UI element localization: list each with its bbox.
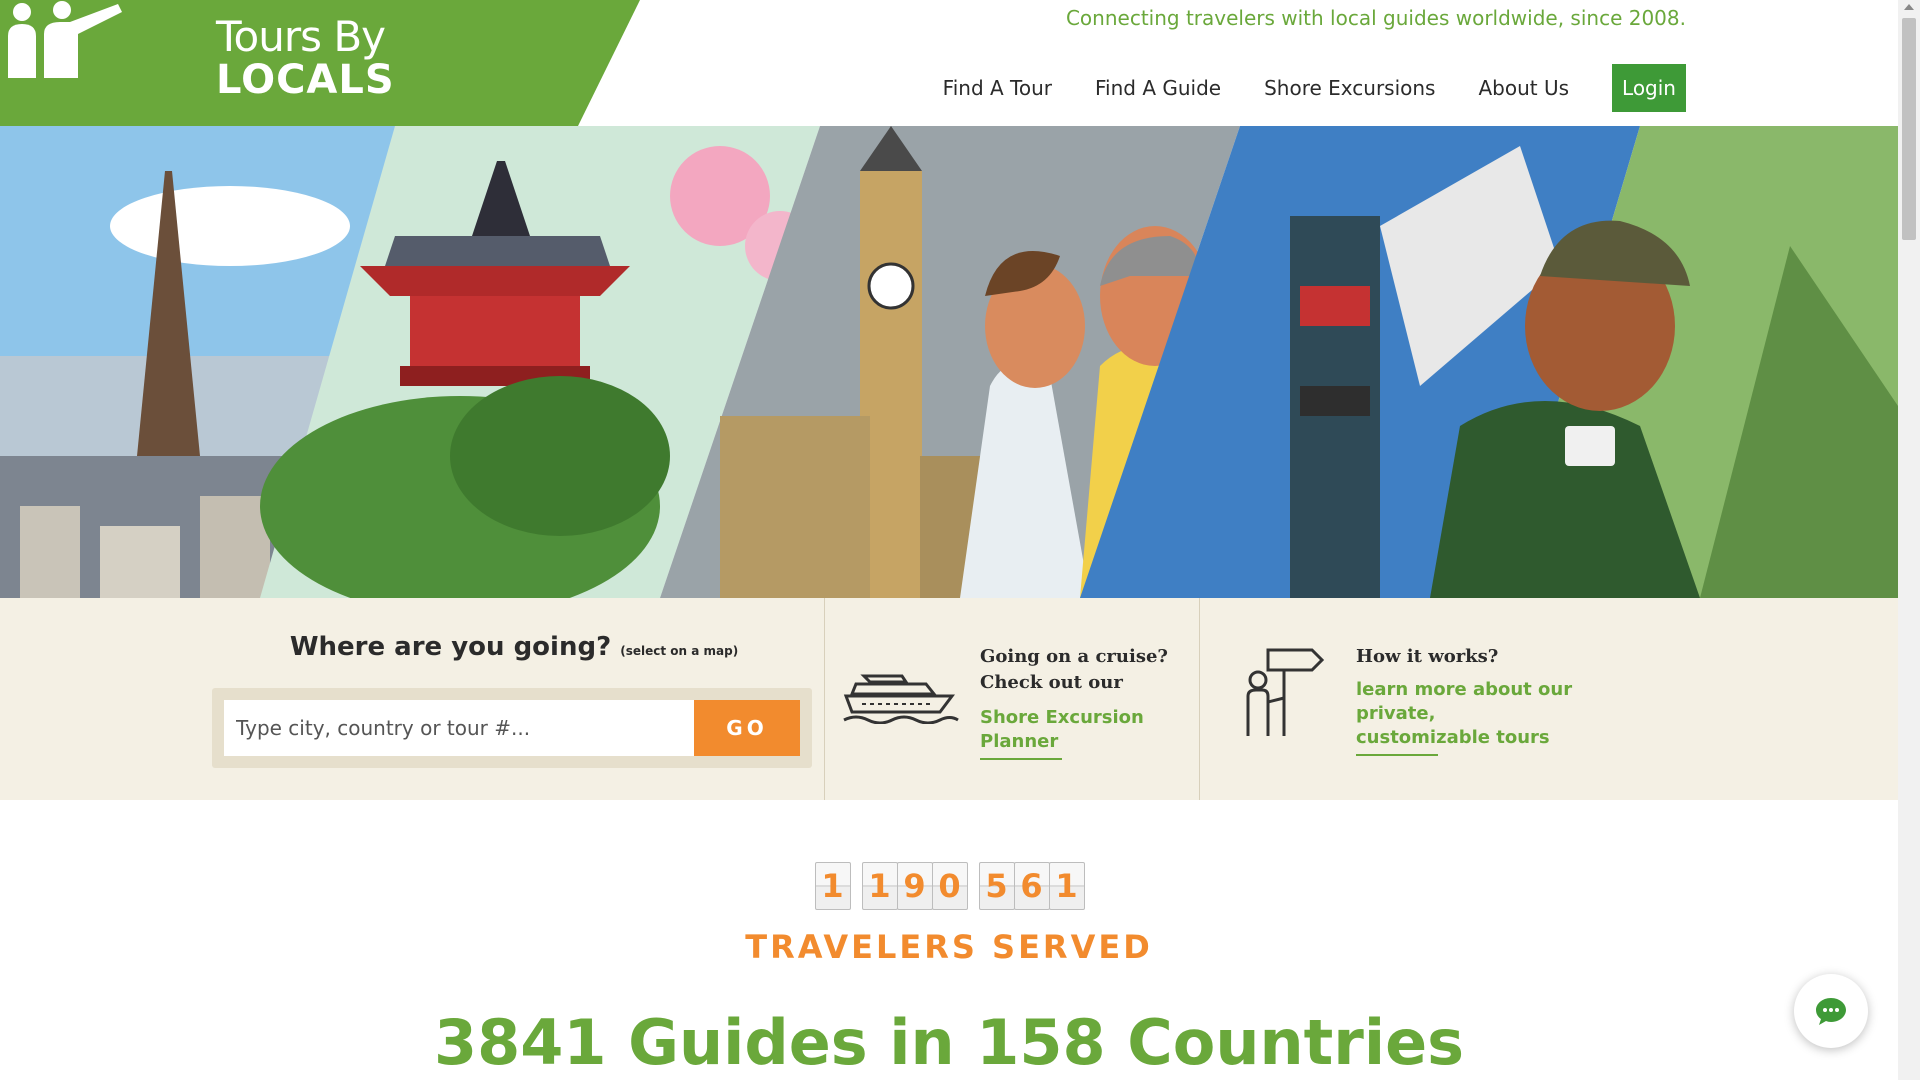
counter-group: 1 [814, 862, 851, 910]
counter-digit: 1 [861, 862, 898, 910]
chat-bubble-icon [1816, 998, 1846, 1025]
page-scrollbar[interactable] [1898, 0, 1920, 1080]
scroll-thumb[interactable] [1902, 18, 1916, 240]
guide-sign-icon [1246, 648, 1325, 736]
counter-digit: 1 [1048, 862, 1085, 910]
search-box: GO [212, 688, 812, 768]
logo-line1: Tours By [216, 12, 386, 61]
how-link-line3: customizable tours [1356, 727, 1550, 748]
go-button[interactable]: GO [694, 700, 800, 756]
chat-button[interactable] [1794, 974, 1868, 1048]
link-underline [1356, 754, 1438, 756]
shore-excursion-planner-link[interactable]: Shore Excursion Planner [980, 706, 1144, 754]
how-heading: How it works? [1356, 646, 1499, 667]
counter-group: 1 9 0 [861, 862, 968, 910]
login-button[interactable]: Login [1612, 64, 1686, 112]
divider [1199, 598, 1200, 800]
counter-digit: 0 [931, 862, 968, 910]
scroll-up-arrow[interactable] [1904, 4, 1914, 10]
nav-about-us[interactable]: About Us [1478, 76, 1569, 100]
learn-more-link[interactable]: learn more about our private, customizab… [1356, 678, 1572, 750]
counter-digit: 6 [1013, 862, 1050, 910]
how-link-line2: private, [1356, 703, 1436, 724]
logo-line2: LOCALS [216, 57, 395, 103]
tagline: Connecting travelers with local guides w… [1065, 6, 1686, 30]
nav-shore-excursions[interactable]: Shore Excursions [1264, 76, 1435, 100]
nav-find-a-tour[interactable]: Find A Tour [943, 76, 1052, 100]
search-input[interactable] [224, 700, 694, 756]
logo-wordmark: Tours By LOCALS [216, 12, 395, 103]
select-on-map-link[interactable]: (select on a map) [620, 644, 738, 658]
cruise-heading-line2: Check out our [980, 672, 1123, 693]
cruise-heading: Going on a cruise? Check out our [980, 644, 1168, 696]
counter-digit: 5 [978, 862, 1015, 910]
travelers-served-label: TRAVELERS SERVED [745, 928, 1153, 966]
divider [824, 598, 825, 800]
nav-find-a-guide[interactable]: Find A Guide [1095, 76, 1221, 100]
search-heading: Where are you going? (select on a map) [212, 632, 816, 662]
how-link-line1: learn more about our [1356, 679, 1573, 700]
link-underline [980, 758, 1062, 760]
guides-headline: 3841 Guides in 158 Countries [433, 1006, 1465, 1079]
counter-digit: 1 [814, 862, 851, 910]
cruise-ship-icon [843, 674, 959, 724]
hero-art [0, 126, 1898, 598]
travelers-counter: 1 1 9 0 5 6 1 [0, 862, 1898, 910]
cruise-link-line2: Planner [980, 731, 1059, 752]
counter-group: 5 6 1 [978, 862, 1085, 910]
search-section: Where are you going? (select on a map) G… [212, 598, 824, 800]
search-band: Where are you going? (select on a map) G… [0, 598, 1898, 800]
guide-figures-icon [8, 1, 122, 78]
search-title: Where are you going? [289, 632, 612, 662]
main-nav: Find A Tour Find A Guide Shore Excursion… [900, 64, 1686, 112]
counter-digit: 9 [896, 862, 933, 910]
hero-illustration [0, 126, 1898, 598]
logo[interactable]: Tours By LOCALS [0, 0, 640, 126]
cruise-link-line1: Shore Excursion [980, 707, 1144, 728]
site-header: Tours By LOCALS Connecting travelers wit… [0, 0, 1898, 126]
cruise-section: Going on a cruise? Check out our Shore E… [842, 598, 1192, 800]
cruise-heading-line1: Going on a cruise? [980, 646, 1168, 667]
how-it-works-section: How it works? learn more about our priva… [1228, 598, 1608, 800]
